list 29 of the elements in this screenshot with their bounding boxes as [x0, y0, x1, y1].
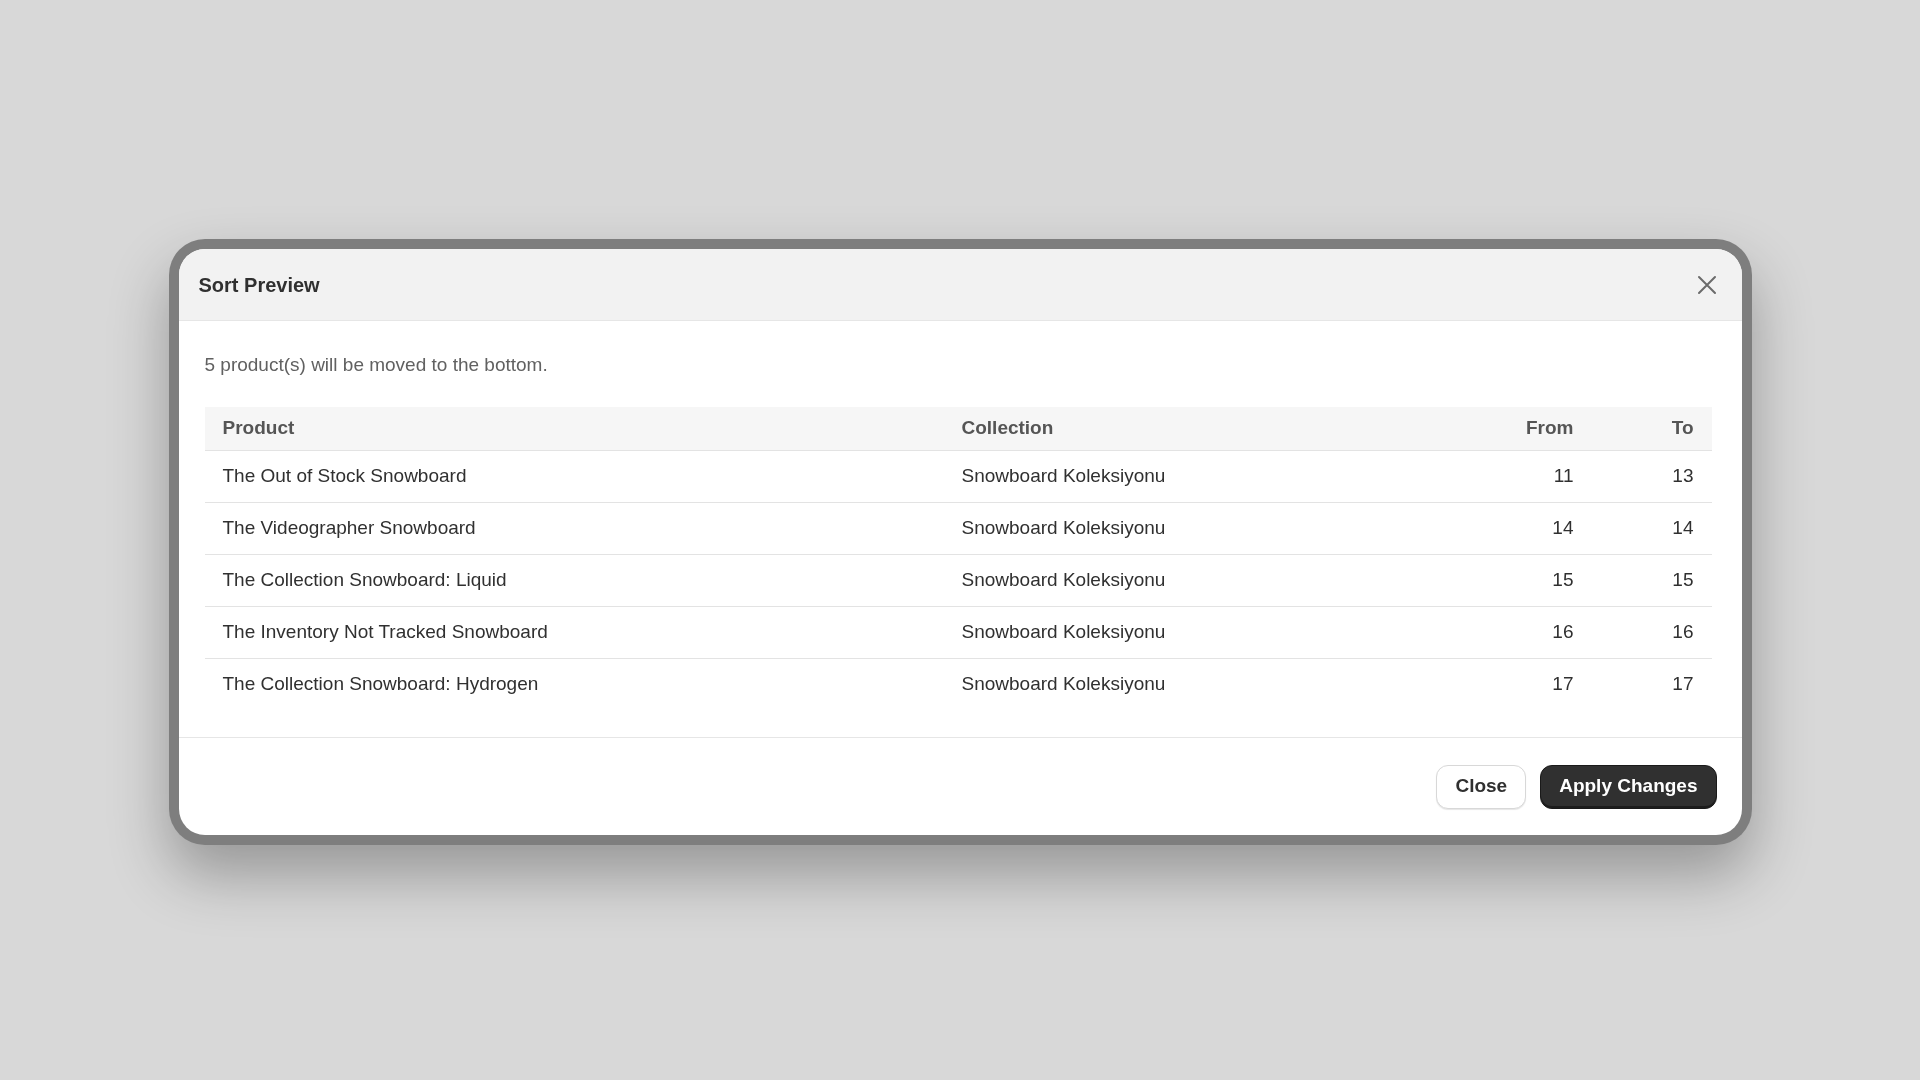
table-cell-text: 14	[1671, 515, 1695, 540]
table-cell-text: 17	[1551, 672, 1575, 697]
close-icon[interactable]	[1695, 273, 1718, 296]
table-cell-text: Snowboard Koleksiyonu	[960, 515, 1167, 540]
table-cell-text: 13	[1671, 463, 1695, 488]
table-cell-text: The Collection Snowboard: Hydrogen	[221, 672, 540, 697]
table-cell-text: The Inventory Not Tracked Snowboard	[221, 619, 549, 644]
table-cell-text: Snowboard Koleksiyonu	[960, 672, 1167, 697]
table-cell-text: 11	[1552, 463, 1575, 488]
table-cell-text: The Out of Stock Snowboard	[221, 463, 468, 488]
column-header: Product	[221, 415, 296, 440]
column-header: Collection	[960, 415, 1055, 440]
table-cell-text: The Collection Snowboard: Liquid	[221, 567, 508, 592]
column-header: From	[1525, 415, 1575, 440]
table-cell-text: The Videographer Snowboard	[221, 515, 477, 540]
table-cell-text: 16	[1551, 619, 1575, 644]
column-header: To	[1670, 415, 1695, 440]
table-cell-text: Snowboard Koleksiyonu	[960, 567, 1167, 592]
table-cell-text: Snowboard Koleksiyonu	[960, 463, 1167, 488]
close-button[interactable]: Close	[1436, 764, 1527, 809]
apply-button[interactable]: Apply Changes	[1540, 764, 1717, 809]
message-text: 5 product(s) will be moved to the bottom.	[204, 353, 549, 377]
table-cell-text: Snowboard Koleksiyonu	[960, 619, 1167, 644]
table-cell-text: 16	[1671, 619, 1695, 644]
table-cell-text: 17	[1671, 672, 1695, 697]
table-cell-text: 15	[1551, 567, 1575, 592]
dialog-title: Sort Preview	[198, 272, 320, 298]
table-cell-text: 14	[1551, 515, 1575, 540]
table-cell-text: 15	[1671, 567, 1695, 592]
